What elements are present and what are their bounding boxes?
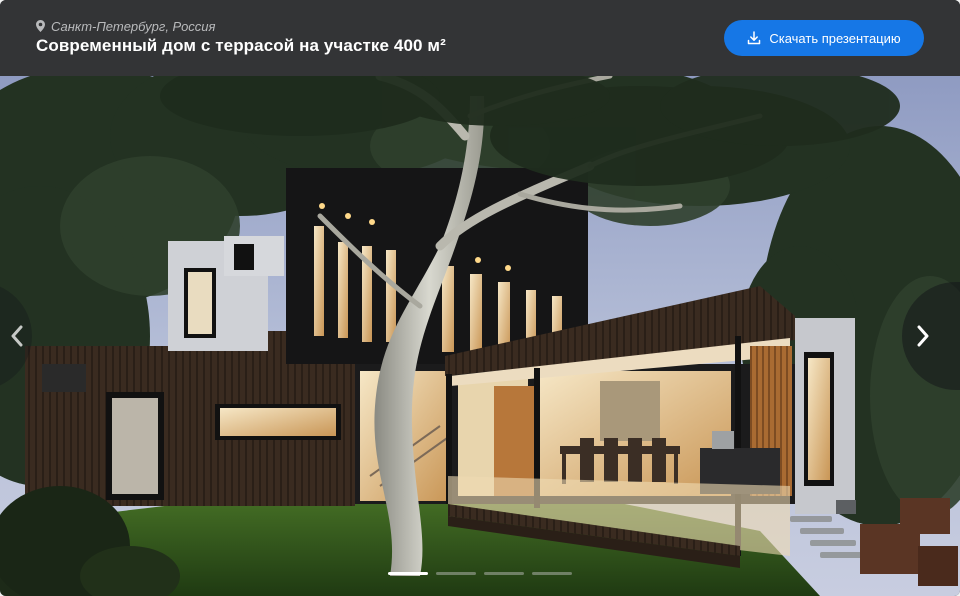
- property-photo: [0, 76, 960, 596]
- location-text: Санкт-Петербург, Россия: [51, 18, 216, 34]
- chevron-left-icon: [10, 325, 24, 347]
- map-pin-icon: [36, 20, 45, 32]
- carousel-dot[interactable]: [436, 572, 476, 575]
- chevron-right-icon: [916, 325, 930, 347]
- carousel-indicators: [388, 572, 572, 576]
- download-button-label: Скачать презентацию: [769, 30, 901, 46]
- header-bar: Санкт-Петербург, Россия Современный дом …: [0, 0, 960, 76]
- carousel-dot[interactable]: [484, 572, 524, 575]
- property-viewer: Санкт-Петербург, Россия Современный дом …: [0, 0, 960, 596]
- carousel-dot[interactable]: [388, 572, 428, 575]
- page-title: Современный дом с террасой на участке 40…: [36, 36, 446, 55]
- location: Санкт-Петербург, Россия: [36, 18, 215, 34]
- download-presentation-button[interactable]: Скачать презентацию: [724, 20, 924, 56]
- download-icon: [747, 31, 761, 45]
- carousel-dot[interactable]: [532, 572, 572, 575]
